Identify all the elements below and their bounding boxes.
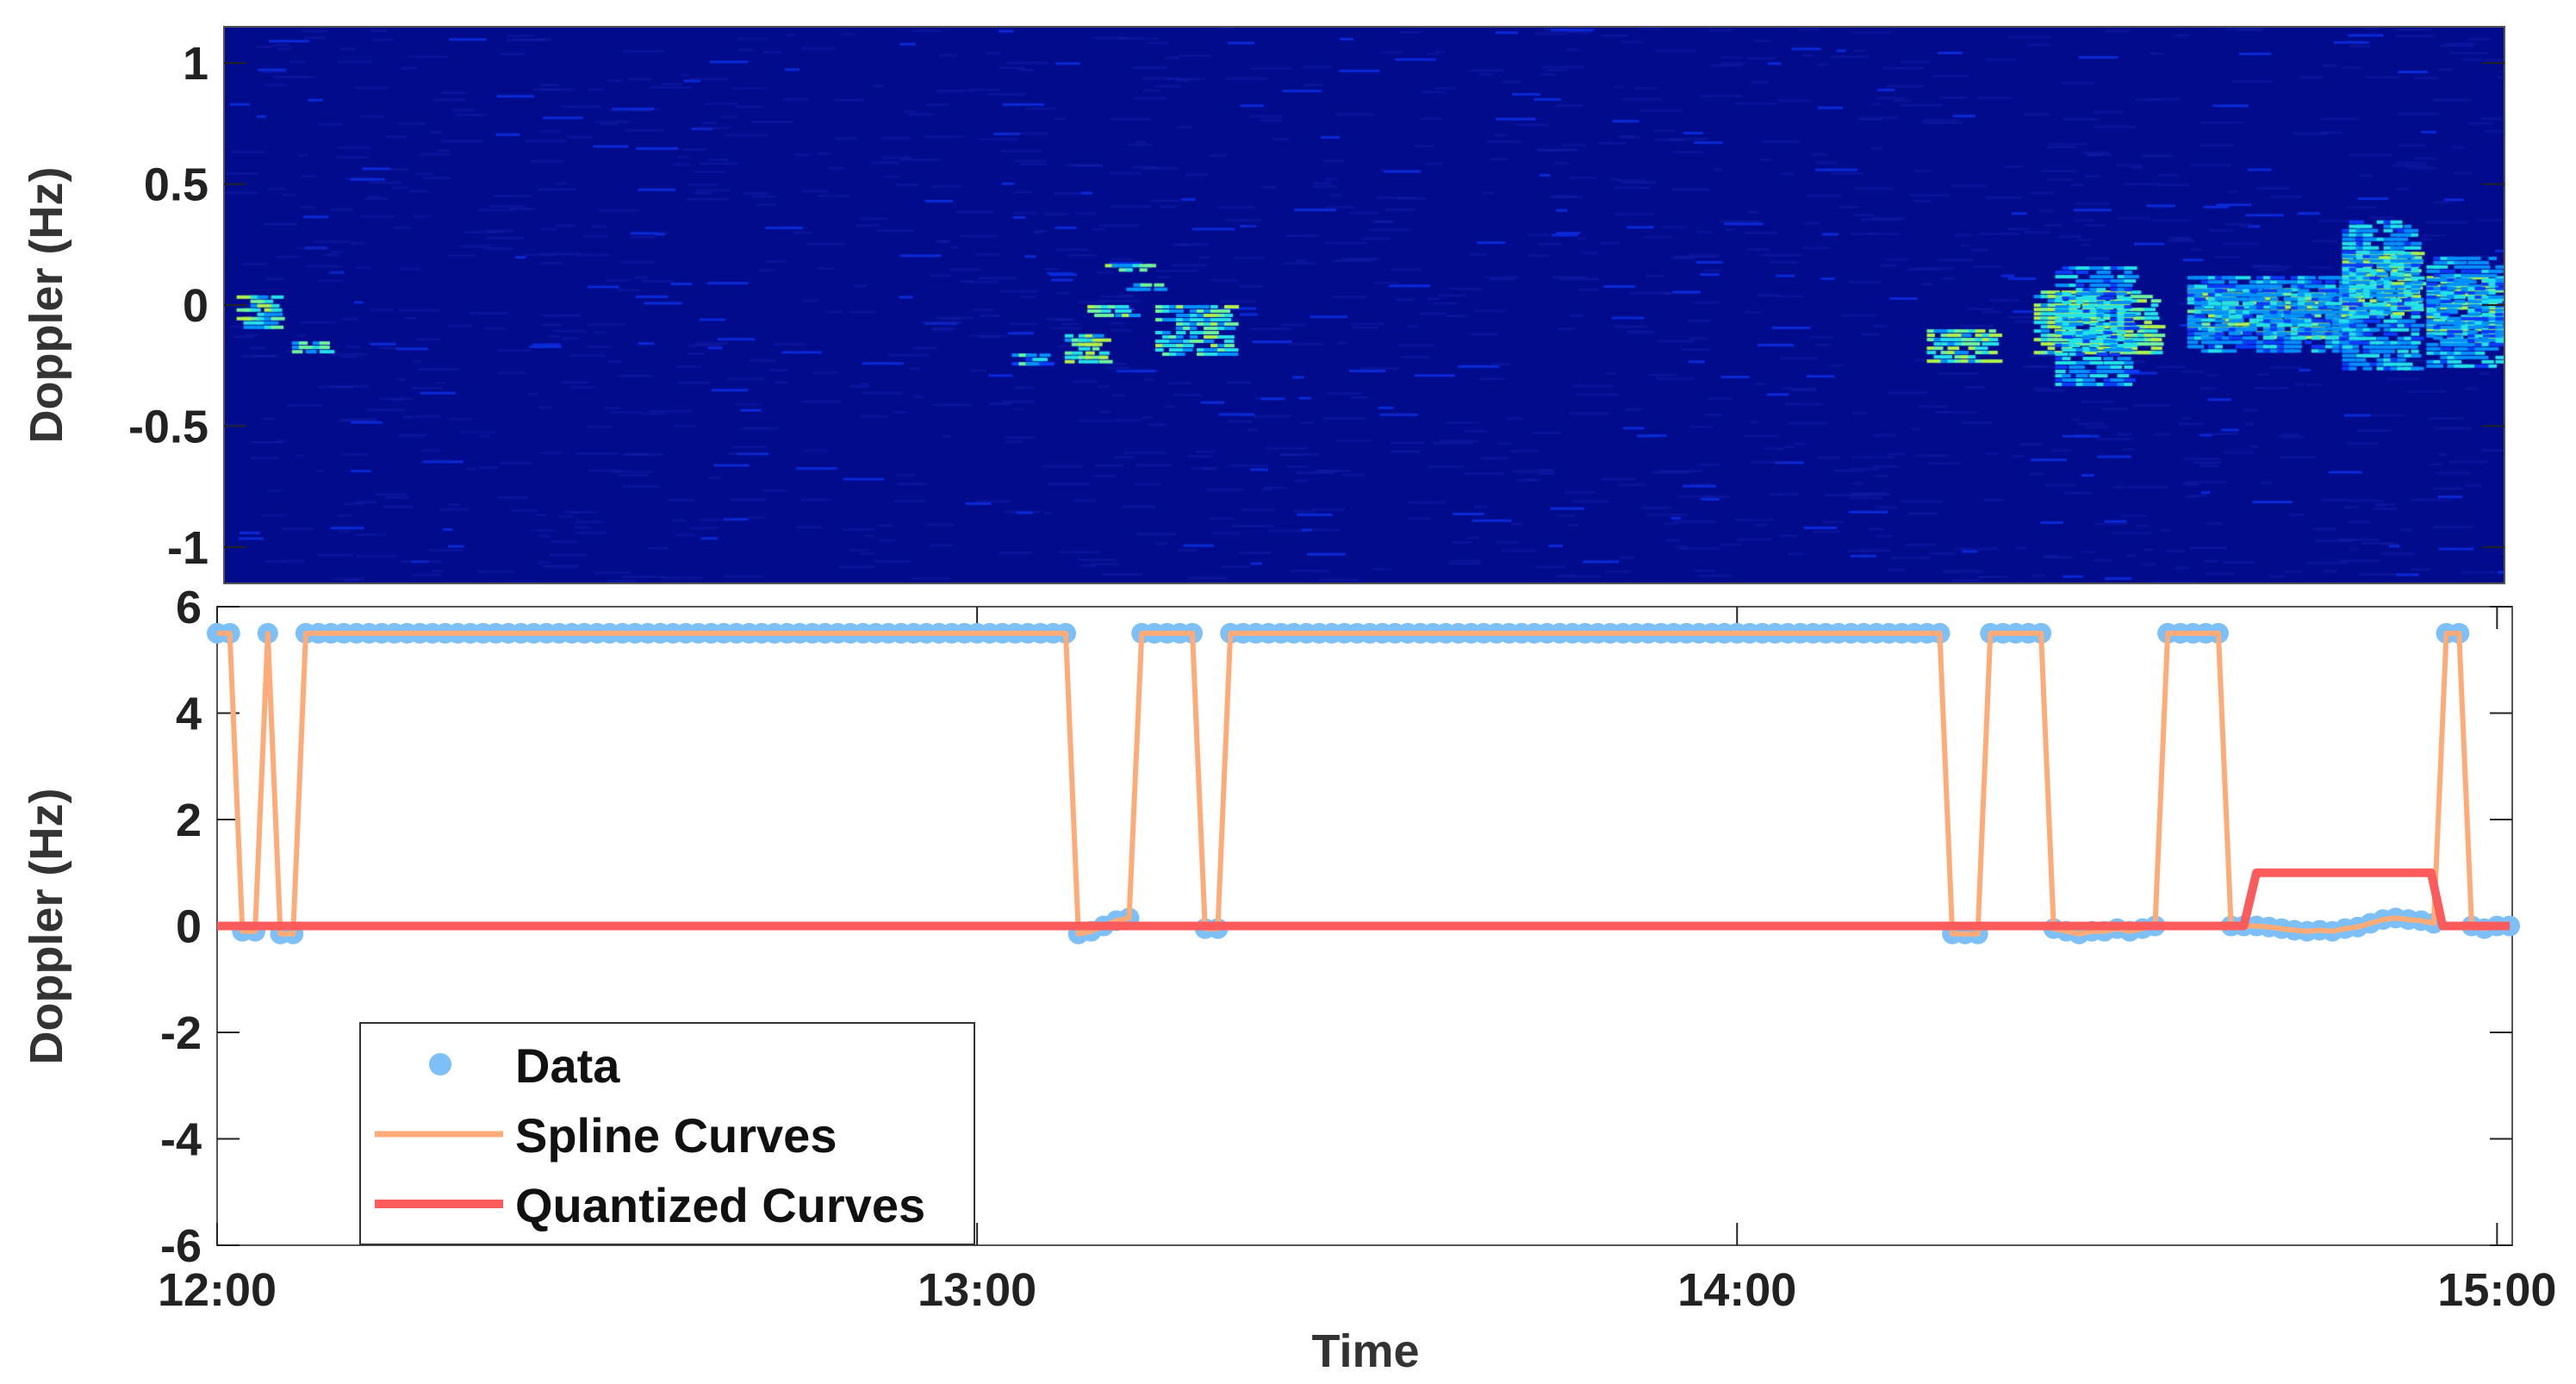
y-tick-label: 4 xyxy=(176,689,202,740)
bottom-y-axis-label: Doppler (Hz) xyxy=(21,789,72,1065)
y-tick-label: -1 xyxy=(167,522,208,574)
legend-label-quantized: Quantized Curves xyxy=(515,1178,925,1232)
y-tick-label: -2 xyxy=(160,1007,202,1059)
x-axis-label: Time xyxy=(1311,1325,1419,1377)
x-tick-label: 12:00 xyxy=(158,1264,277,1316)
legend-label-data: Data xyxy=(515,1038,620,1093)
spectrogram-frame xyxy=(223,26,2505,584)
x-tick-label: 14:00 xyxy=(1677,1264,1796,1316)
y-tick-label: 0 xyxy=(183,280,208,332)
chart-svg: 10.50-0.5-1 6420-2-4-612:00 13:00 14:00 15:… xyxy=(21,26,2556,1377)
figure: 1 0.5 0 -0.5 -1 6 4 2 0 -2 -4 -6 12:00 13:00 14:00 15:… xyxy=(0,0,2576,1384)
legend: Data Spline Curves Quantized Curves xyxy=(359,1022,975,1245)
legend-label-spline: Spline Curves xyxy=(515,1108,837,1163)
y-tick-label: 0.5 xyxy=(144,159,208,211)
y-tick-label: -0.5 xyxy=(128,401,208,452)
y-tick-label: 6 xyxy=(176,582,202,633)
top-y-axis-label: Doppler (Hz) xyxy=(21,167,72,444)
y-tick-label: 2 xyxy=(176,795,202,846)
x-tick-label: 15:00 xyxy=(2437,1264,2556,1316)
spectrogram-axes: 1 0.5 0 -0.5 -1 xyxy=(128,26,2505,584)
y-tick-label: 0 xyxy=(176,901,202,953)
y-tick-label: -4 xyxy=(160,1114,202,1166)
y-tick-label: 1 xyxy=(183,38,208,90)
legend-data-marker xyxy=(429,1053,451,1075)
x-tick-label: 13:00 xyxy=(918,1264,1036,1316)
